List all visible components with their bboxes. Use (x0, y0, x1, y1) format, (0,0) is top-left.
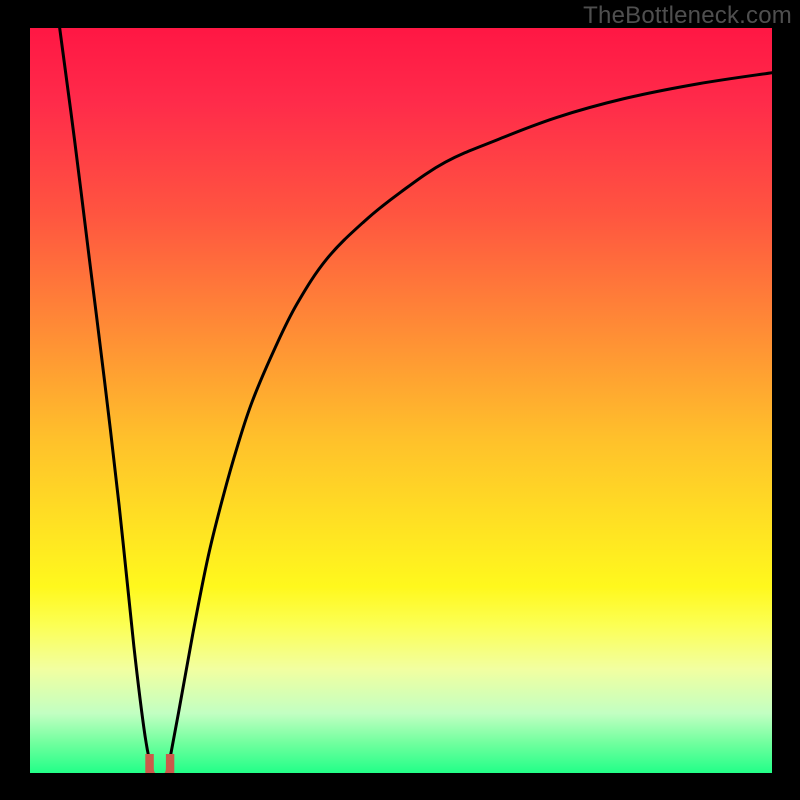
minimum-marker (145, 754, 174, 773)
chart-plot-area (30, 28, 772, 773)
curve-right-branch (167, 73, 772, 773)
curve-left-branch (60, 28, 153, 773)
chart-svg (30, 28, 772, 773)
chart-frame: TheBottleneck.com (0, 0, 800, 800)
watermark-text: TheBottleneck.com (583, 2, 792, 30)
